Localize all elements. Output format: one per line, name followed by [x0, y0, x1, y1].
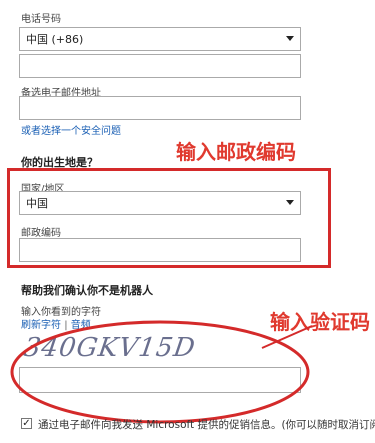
postal-code-label: 邮政编码	[21, 228, 61, 239]
backup-email-input[interactable]	[19, 96, 301, 120]
promo-text: 通过电子邮件向我发送 Microsoft 提供的促销信息。(你可以随时取消订阅。…	[38, 419, 375, 431]
country-code-select[interactable]: 中国 (+86)	[19, 27, 301, 51]
checkmark-icon: ✓	[22, 417, 31, 429]
highlight-ellipse-captcha	[10, 320, 310, 424]
promo-checkbox[interactable]: ✓	[21, 418, 32, 429]
phone-label: 电话号码	[21, 14, 61, 25]
country-region-select[interactable]: 中国	[19, 191, 301, 215]
chevron-down-icon	[286, 200, 294, 205]
chevron-down-icon	[286, 36, 294, 41]
phone-number-input[interactable]	[19, 54, 301, 78]
country-region-value: 中国	[26, 197, 48, 210]
captcha-heading: 帮助我们确认你不是机器人	[21, 284, 153, 297]
annotation-postal-code: 输入邮政编码	[176, 140, 296, 164]
postal-code-input[interactable]	[19, 238, 301, 262]
security-question-link[interactable]: 或者选择一个安全问题	[21, 122, 121, 137]
country-code-value: 中国 (+86)	[26, 33, 84, 46]
